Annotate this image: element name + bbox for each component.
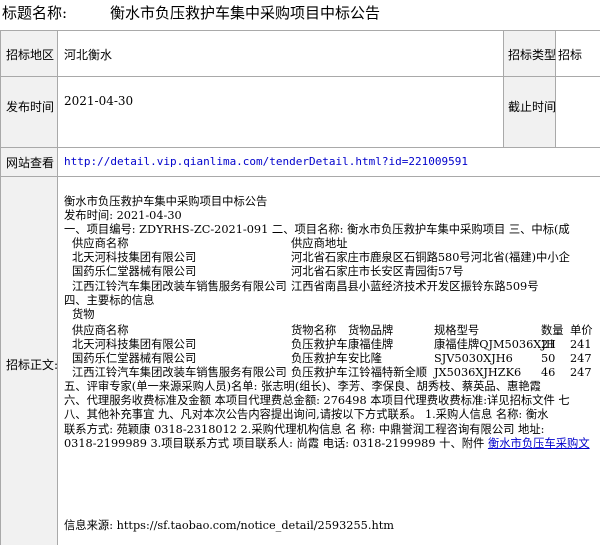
type-label: 招标类型 [508, 48, 557, 62]
goods-row: 江西江铃汽车集团改装车销售服务有限公司 负压救护车 江铃福特新全顺 JX5036… [64, 366, 596, 380]
goods-brand: 安比隆 [348, 352, 382, 366]
goods-price: 241 [570, 337, 592, 351]
detail-link[interactable]: http://detail.vip.qianlima.com/tenderDet… [64, 155, 468, 168]
goods-model: SJV5030XJH6 [434, 352, 513, 366]
section-4: 四、主要标的信息 [64, 293, 155, 307]
goods-supplier: 北天河科技集团有限公司 [72, 337, 197, 351]
goods-brand-header: 货物品牌 [348, 323, 394, 337]
web-label: 网站查看 [6, 156, 55, 170]
goods-row: 国药乐仁堂器械有限公司 负压救护车 安比隆 SJV5030XJH6 50 247 [64, 352, 596, 366]
goods-qty: 46 [541, 366, 556, 380]
goods-supplier: 国药乐仁堂器械有限公司 [72, 352, 197, 366]
goods-qty: 21 [541, 337, 556, 351]
supplier-address: 江西省南昌县小蓝经济技术开发区振铃东路509号 [291, 279, 539, 293]
page-title: 衡水市负压救护车集中采购项目中标公告 [110, 4, 381, 22]
goods-price-header: 单价 [570, 323, 593, 337]
goods-name: 负压救护车 [291, 366, 348, 380]
goods-brand: 江铃福特新全顺 [348, 366, 428, 380]
goods-label: 货物 [72, 307, 95, 321]
date-value: 2021-04-30 [64, 94, 134, 108]
attachment-link[interactable]: 衡水市负压车采购文 [488, 437, 590, 450]
body-heading: 衡水市负压救护车集中采购项目中标公告 [64, 195, 268, 208]
goods-name: 负压救护车 [291, 337, 348, 351]
info-source: 信息来源: https://sf.taobao.com/notice_detai… [64, 519, 394, 532]
title-bar: 标题名称: 衡水市负压救护车集中采购项目中标公告 [0, 0, 600, 30]
goods-qty: 50 [541, 352, 556, 366]
goods-row: 北天河科技集团有限公司 负压救护车 康福佳牌 康福佳牌QJM5036XJH 21… [64, 338, 596, 352]
type-label-cut: 招标 [558, 48, 583, 62]
goods-model-header: 规格型号 [434, 323, 480, 337]
supplier-address: 河北省石家庄市长安区青园街57号 [291, 265, 464, 279]
body-label: 招标正文: [6, 358, 59, 372]
announcement-body: 衡水市负压救护车集中采购项目中标公告 发布时间: 2021-04-30 一、项目… [64, 195, 596, 451]
supplier-name-header: 供应商名称 [72, 237, 129, 251]
body-line-1: 一、项目编号: ZDYRHS-ZC-2021-091 二、项目名称: 衡水市负压… [64, 223, 570, 237]
region-label: 招标地区 [6, 48, 55, 62]
supplier-address-header: 供应商地址 [291, 237, 348, 251]
goods-table-header: 供应商名称 货物名称 货物品牌 规格型号 数量 单价 [64, 324, 596, 338]
goods-brand: 康福佳牌 [348, 337, 394, 351]
supplier-name: 国药乐仁堂器械有限公司 [72, 265, 197, 279]
body-line-9-text: 0318-2199989 3.项目联系方式 项目联系人: 尚霞 电话: 0318… [64, 436, 488, 450]
goods-model: 康福佳牌QJM5036XJH [434, 337, 556, 351]
supplier-name: 北天河科技集团有限公司 [72, 251, 197, 265]
body-line-5: 五、评审专家(单一来源采购人员)名单: 张志明(组长)、李芳、李保良、胡秀枝、蔡… [64, 380, 541, 394]
date-label: 发布时间 [6, 100, 55, 114]
deadline-label: 截止时间 [508, 100, 557, 114]
goods-qty-header: 数量 [541, 323, 564, 337]
supplier-row: 江西江铃汽车集团改装车销售服务有限公司 江西省南昌县小蓝经济技术开发区振铃东路5… [64, 280, 596, 294]
supplier-row: 北天河科技集团有限公司 河北省石家庄市鹿泉区石铜路580号河北省(福建)中小企 [64, 251, 596, 265]
body-line-6: 六、代理服务收费标准及金额 本项目代理费总金额: 276498 本项目代理费收费… [64, 394, 570, 408]
body-line-7: 八、其他补充事宜 九、凡对本次公告内容提出询问,请按以下方式联系。 1.采购人信… [64, 408, 549, 422]
goods-name: 负压救护车 [291, 352, 348, 366]
body-line-8: 联系方式: 苑颖康 0318-2318012 2.采购代理机构信息 名 称: 中… [64, 422, 545, 436]
body-line-9: 0318-2199989 3.项目联系方式 项目联系人: 尚霞 电话: 0318… [64, 437, 596, 451]
goods-supplier: 江西江铃汽车集团改装车销售服务有限公司 [72, 366, 287, 380]
supplier-name: 江西江铃汽车集团改装车销售服务有限公司 [72, 279, 287, 293]
title-label: 标题名称: [2, 4, 68, 22]
supplier-row: 国药乐仁堂器械有限公司 河北省石家庄市长安区青园街57号 [64, 265, 596, 279]
supplier-address: 河北省石家庄市鹿泉区石铜路580号河北省(福建)中小企 [291, 251, 570, 265]
goods-price: 247 [570, 352, 592, 366]
goods-supplier-header: 供应商名称 [72, 323, 129, 337]
goods-price: 247 [570, 366, 592, 380]
body-pub-date: 发布时间: 2021-04-30 [64, 209, 182, 223]
goods-model: JX5036XJHZK6 [434, 366, 522, 380]
goods-name-header: 货物名称 [291, 323, 337, 337]
supplier-table-header: 供应商名称 供应商地址 [64, 237, 596, 251]
region-value: 河北衡水 [64, 48, 113, 62]
